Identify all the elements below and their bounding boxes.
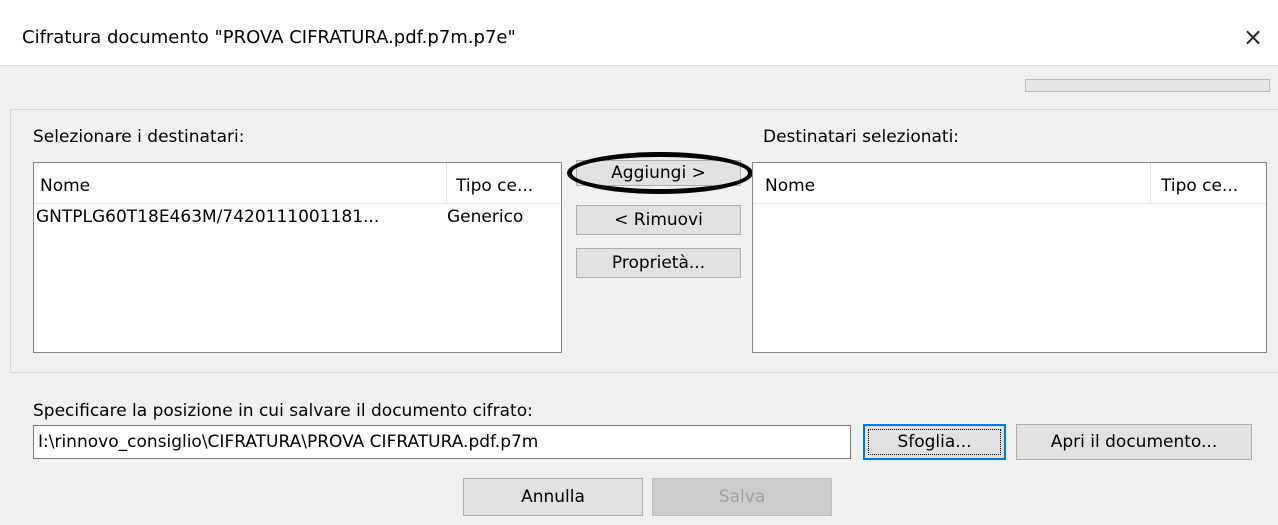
cancel-button[interactable]: Annulla bbox=[463, 478, 643, 516]
close-icon[interactable]: × bbox=[1238, 22, 1268, 52]
title-bar: Cifratura documento "PROVA CIFRATURA.pdf… bbox=[0, 0, 1278, 66]
window-title: Cifratura documento "PROVA CIFRATURA.pdf… bbox=[22, 27, 516, 48]
column-header-type[interactable]: Tipo ce... bbox=[456, 176, 533, 196]
column-header-name[interactable]: Nome bbox=[765, 176, 815, 196]
save-button[interactable]: Salva bbox=[652, 478, 832, 516]
selected-recipients-list[interactable]: Nome Tipo ce... bbox=[752, 162, 1267, 353]
progress-bar bbox=[1025, 79, 1270, 92]
add-button[interactable]: Aggiungi > bbox=[576, 160, 741, 186]
recipient-name: GNTPLG60T18E463M/7420111001181... bbox=[36, 207, 380, 227]
open-document-button[interactable]: Apri il documento... bbox=[1016, 424, 1252, 460]
list-header: Nome Tipo ce... bbox=[753, 163, 1266, 204]
selected-recipients-label: Destinatari selezionati: bbox=[763, 127, 960, 147]
column-header-type[interactable]: Tipo ce... bbox=[1161, 176, 1238, 196]
column-divider[interactable] bbox=[1150, 163, 1151, 203]
save-location-label: Specificare la posizione in cui salvare … bbox=[33, 401, 533, 421]
save-path-input[interactable] bbox=[33, 425, 851, 459]
browse-button[interactable]: Sfoglia... bbox=[863, 424, 1006, 460]
column-divider[interactable] bbox=[446, 163, 447, 203]
list-header: Nome Tipo ce... bbox=[34, 163, 561, 204]
remove-button[interactable]: < Rimuovi bbox=[576, 205, 741, 235]
recipient-type: Generico bbox=[447, 207, 524, 227]
available-recipients-list[interactable]: Nome Tipo ce... GNTPLG60T18E463M/7420111… bbox=[33, 162, 562, 353]
available-recipients-label: Selezionare i destinatari: bbox=[33, 127, 245, 147]
focus-rectangle bbox=[868, 429, 1001, 455]
properties-button[interactable]: Proprietà... bbox=[576, 248, 741, 278]
column-header-name[interactable]: Nome bbox=[40, 176, 90, 196]
table-row[interactable]: GNTPLG60T18E463M/7420111001181... Generi… bbox=[34, 207, 561, 231]
